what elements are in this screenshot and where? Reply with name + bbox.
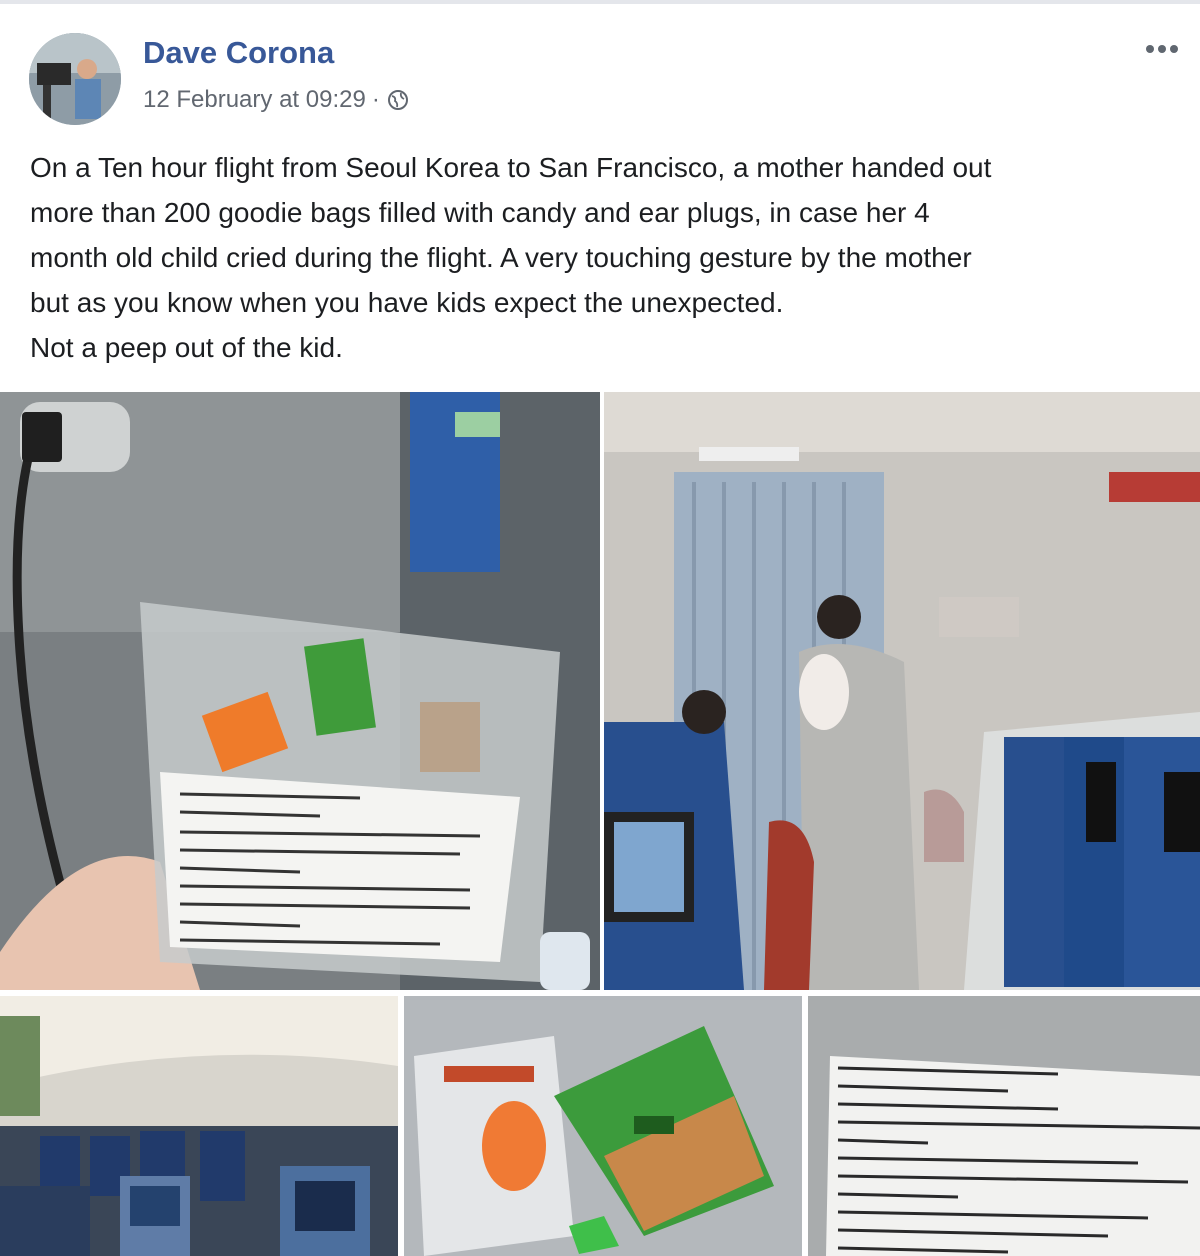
post-timestamp[interactable]: 12 February at 09:29: [143, 86, 366, 114]
author-avatar[interactable]: [29, 33, 121, 125]
post-text-line: more than 200 goodie bags filled with ca…: [30, 197, 930, 228]
post-text-line: On a Ten hour flight from Seoul Korea to…: [30, 152, 992, 183]
more-options-icon-dot: [1170, 45, 1178, 53]
post-text: On a Ten hour flight from Seoul Korea to…: [30, 145, 1180, 370]
photo-candy-and-earplugs[interactable]: [404, 996, 802, 1256]
photo-mother-with-baby[interactable]: [604, 392, 1200, 990]
photo-airplane-cabin[interactable]: [0, 996, 398, 1256]
more-options-icon: [1146, 45, 1154, 53]
more-options-icon-dot: [1158, 45, 1166, 53]
post-text-line: but as you know when you have kids expec…: [30, 287, 784, 318]
meta-separator: ·: [371, 86, 380, 113]
post-text-line: Not a peep out of the kid.: [30, 332, 343, 363]
globe-icon[interactable]: [386, 88, 410, 112]
photo-goodie-bag-in-hand[interactable]: [0, 392, 600, 990]
post-text-line: month old child cried during the flight.…: [30, 242, 972, 273]
post-top-border: [0, 0, 1200, 4]
more-options-button[interactable]: [1140, 34, 1184, 64]
photo-handwritten-note[interactable]: [808, 996, 1200, 1256]
post-meta: 12 February at 09:29 ·: [143, 86, 410, 114]
facebook-post: Dave Corona 12 February at 09:29 · On a …: [0, 0, 1200, 1256]
author-name-link[interactable]: Dave Corona: [143, 35, 334, 71]
